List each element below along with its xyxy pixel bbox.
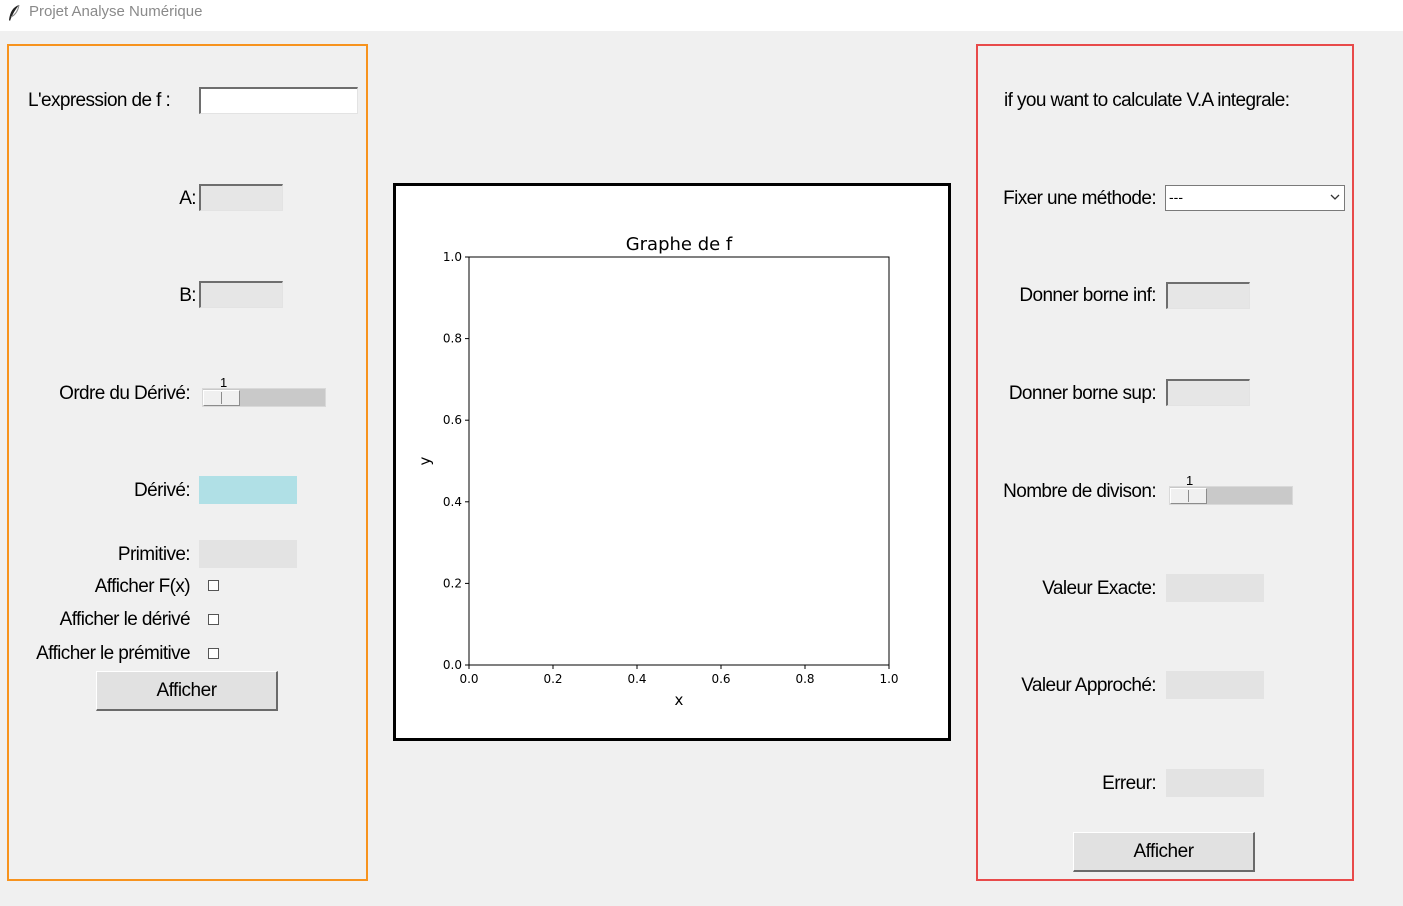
error-label: Erreur: [1102,773,1156,794]
x-tick-label: 0.2 [543,672,562,686]
chart-title: Graphe de f [626,234,733,255]
integral-panel [976,44,1354,881]
method-label: Fixer une méthode: [1003,188,1157,209]
exact-value-label: Valeur Exacte: [1042,578,1156,599]
y-tick-label: 0.2 [443,576,462,590]
show-primitive-label: Afficher le prémitive [36,643,191,664]
x-axis-label: x [675,691,684,709]
exact-value-output [1166,574,1264,602]
show-derive-checkbox[interactable] [208,614,219,625]
y-tick-label: 1.0 [443,250,462,264]
y-axis-label: y [416,456,434,465]
method-select[interactable]: --- [1165,185,1345,211]
show-fx-label: Afficher F(x) [94,576,191,597]
function-panel [7,44,368,881]
graph-frame: Graphe de f 0.0 0.2 0.4 0.6 0.8 1.0 0.0 0.2 0.4 0.… [393,183,951,741]
divisions-slider[interactable]: 1 [1169,473,1293,513]
expression-label: L'expression de f : [28,90,171,111]
derive-output [199,476,297,504]
expression-input[interactable] [199,87,358,114]
divisions-slider-handle[interactable] [1170,488,1207,504]
integral-intro-label: if you want to calculate V.A integrale: [1004,90,1290,111]
y-tick-label: 0.6 [443,413,462,427]
order-label: Ordre du Dérivé: [59,383,190,404]
method-selected-value: --- [1169,189,1183,205]
borne-sup-input[interactable] [1166,379,1250,406]
feather-icon [9,4,20,21]
y-tick-label: 0.4 [443,495,462,509]
approx-value-label: Valeur Approché: [1021,675,1156,696]
chevron-down-icon[interactable] [1328,190,1342,204]
divisions-label: Nombre de divison: [1003,481,1156,502]
afficher-integral-button[interactable]: Afficher [1073,832,1255,872]
borne-inf-input[interactable] [1166,282,1250,309]
y-tick-label: 0.8 [443,332,462,346]
primitive-label: Primitive: [117,544,191,565]
show-primitive-checkbox[interactable] [208,648,219,659]
window-title: Projet Analyse Numérique [29,3,203,20]
x-tick-label: 0.6 [711,672,730,686]
x-tick-label: 0.0 [459,672,478,686]
graph-chart: Graphe de f 0.0 0.2 0.4 0.6 0.8 1.0 0.0 0.2 0.4 0.… [416,234,899,709]
derive-label: Dérivé: [134,480,191,501]
error-output [1166,769,1264,797]
show-derive-label: Afficher le dérivé [59,609,191,630]
a-input[interactable] [199,184,283,211]
primitive-output [199,540,297,568]
borne-inf-label: Donner borne inf: [1019,285,1156,306]
y-tick-label: 0.0 [443,658,462,672]
borne-sup-label: Donner borne sup: [1008,383,1157,404]
x-tick-label: 1.0 [879,672,898,686]
x-tick-label: 0.8 [795,672,814,686]
plot-area [468,256,890,666]
afficher-graph-button[interactable]: Afficher [96,671,278,711]
a-label: A: [179,188,196,209]
order-slider[interactable]: 1 [202,375,326,415]
order-slider-handle[interactable] [203,390,240,406]
x-tick-label: 0.4 [627,672,646,686]
b-input[interactable] [199,281,283,308]
approx-value-output [1166,671,1264,699]
title-bar: Projet Analyse Numérique [0,0,1403,31]
show-fx-checkbox[interactable] [208,580,219,591]
b-label: B: [179,285,196,306]
